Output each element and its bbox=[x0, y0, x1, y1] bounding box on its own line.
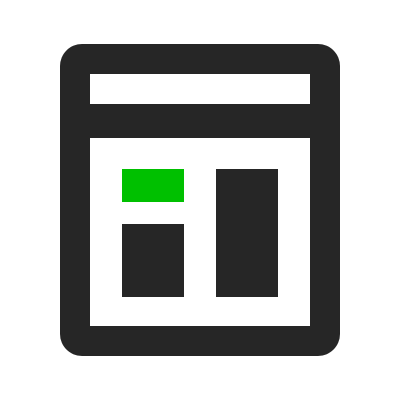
icon-canvas bbox=[0, 0, 400, 400]
right-content-block bbox=[216, 169, 278, 297]
dashboard-layout-icon bbox=[60, 44, 340, 356]
header-bar bbox=[90, 74, 310, 104]
left-content-block bbox=[122, 224, 184, 297]
accent-block bbox=[122, 169, 184, 202]
